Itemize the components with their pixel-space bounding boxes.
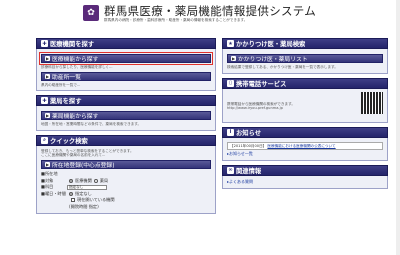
button-label: かかりつけ医・薬局リスト xyxy=(238,57,308,63)
radio-label: 指定なし xyxy=(75,190,92,196)
arrow-right-icon: ▶ xyxy=(45,113,50,119)
site-header: ✿ 群馬県医療・薬局機能情報提供システム 群馬県内の病院・診療所・歯科診療所・助… xyxy=(0,0,400,30)
link-label: お知らせ一覧 xyxy=(229,150,253,156)
medical-search-description: 診療科目から探したり、医療機能を詳しく... xyxy=(41,65,113,69)
midwife-list-button[interactable]: ▶ 助産所一覧 xyxy=(41,71,211,81)
section-heading-pharmacy: ✚ 薬局を探す xyxy=(36,95,216,107)
arrow-right-icon: ▶ xyxy=(45,73,50,79)
family-list-button[interactable]: ▶ かかりつけ医・薬局リスト xyxy=(227,54,383,63)
news-link[interactable]: 医療機能における医療機関の公表について xyxy=(267,144,335,148)
section-heading-label: 携帯電話サービス xyxy=(236,80,287,88)
section-heading-news: i お知らせ xyxy=(222,126,388,138)
section-heading-mobile: ▯ 携帯電話サービス xyxy=(222,77,388,89)
section-heading-related: ∞ 関連情報 xyxy=(222,164,388,176)
quick-search-body: 登録しておき、もっと簡単な検索をすることができます。 ここに医療機関や薬局の名前… xyxy=(36,145,216,214)
family-description: 検索結果で登録してある、かかりつけ医・薬局を一覧で表示します。 xyxy=(227,65,338,69)
related-section: ∞ 関連情報 ▸ よくある質問 xyxy=(222,164,388,189)
right-column: ★ かかりつけ医・薬局検索 ▶ かかりつけ医・薬局リスト 検索結果で登録してある… xyxy=(222,38,388,189)
radio-label: 薬局 xyxy=(99,177,109,183)
mobile-phone-icon: ▯ xyxy=(227,79,234,87)
mobile-section: ▯ 携帯電話サービス 携帯電話から医療機関の検索ができます。 http://ww… xyxy=(222,77,388,123)
subject-select[interactable]: 指定なし xyxy=(67,184,107,190)
checkbox-label: 現在開いている機関 xyxy=(77,197,115,203)
form-label: ■科目 xyxy=(41,184,54,190)
midwife-description: 県内の助産所を一覧で... xyxy=(41,82,81,87)
time-none-radio[interactable] xyxy=(69,191,73,196)
medical-section: ✚ 医療機関を探す ▶ 医療機能から探す 診療科目から探したり、医療機能を詳しく… xyxy=(36,38,216,92)
news-section: i お知らせ 【2011年00月00日】 医療機能における医療機関の公表について… xyxy=(222,126,388,161)
news-more-link[interactable]: ▸ お知らせ一覧 xyxy=(227,151,383,157)
faq-link[interactable]: ▸ よくある質問 xyxy=(227,179,383,185)
related-section-body: ▸ よくある質問 xyxy=(222,175,388,189)
form-label: ■所在地 xyxy=(41,171,58,177)
section-heading-label: 関連情報 xyxy=(236,167,262,175)
mobile-section-body: 携帯電話から医療機関の検索ができます。 http://www.iryou.pre… xyxy=(222,88,388,123)
open-now-checkbox[interactable] xyxy=(71,198,75,203)
button-label: 助産所一覧 xyxy=(52,74,81,81)
section-heading-family: ★ かかりつけ医・薬局検索 xyxy=(222,38,388,49)
news-section-body: 【2011年00月00日】 医療機能における医療機関の公表について ▸ お知らせ… xyxy=(222,137,388,161)
quick-search-section: ⌕ クイック検索 登録しておき、もっと簡単な検索をすることができます。 ここに医… xyxy=(36,134,216,214)
link-icon: ∞ xyxy=(227,166,234,174)
pharmacy-section: ✚ 薬局を探す ▶ 薬局機能から探す 地図・所在地・営業時間などの条件で、薬局を… xyxy=(36,95,216,131)
form-row-hours: (開院時間 指定) xyxy=(41,203,211,210)
mobile-url: http://www.iryou.pref.gunma.jp xyxy=(227,106,283,111)
pharmacy-section-body: ▶ 薬局機能から探す 地図・所在地・営業時間などの条件で、薬局を検索できます。 xyxy=(36,106,216,131)
section-heading-label: 医療機関を探す xyxy=(50,41,95,48)
site-title[interactable]: 群馬県医療・薬局機能情報提供システム xyxy=(104,3,316,19)
hours-label: (開院時間 指定) xyxy=(69,203,99,209)
left-column: ✚ 医療機関を探す ▶ 医療機能から探す 診療科目から探したり、医療機能を詳しく… xyxy=(36,38,216,214)
arrow-right-icon: ▶ xyxy=(45,161,50,167)
news-date: 【2011年00月00日】 xyxy=(230,143,267,148)
target-pharmacy-radio[interactable] xyxy=(93,178,98,183)
pharmacy-icon: ✚ xyxy=(41,97,48,105)
news-item[interactable]: 【2011年00月00日】 医療機能における医療機関の公表について xyxy=(227,141,383,150)
medical-function-search-button[interactable]: ▶ 医療機能から探す xyxy=(39,52,213,65)
form-label: ■曜日・時間 xyxy=(41,190,66,196)
target-medical-radio[interactable] xyxy=(69,178,73,183)
section-heading-label: かかりつけ医・薬局検索 xyxy=(236,41,306,48)
link-label: よくある質問 xyxy=(229,178,254,184)
button-label: 所在地登録(中心点登録) xyxy=(52,162,115,169)
section-heading-medical: ✚ 医療機関を探す xyxy=(36,38,216,49)
medical-section-body: ▶ 医療機能から探す 診療科目から探したり、医療機能を詳しく... ▶ 助産所一… xyxy=(36,49,216,92)
pharmacy-function-search-button[interactable]: ▶ 薬局機能から探す xyxy=(41,111,211,121)
section-heading-label: クイック検索 xyxy=(50,137,88,145)
search-icon: ⌕ xyxy=(41,136,48,144)
button-label: 薬局機能から探す xyxy=(52,114,99,121)
pharmacy-description: 地図・所在地・営業時間などの条件で、薬局を検索できます。 xyxy=(41,122,142,127)
family-section-body: ▶ かかりつけ医・薬局リスト 検索結果で登録してある、かかりつけ医・薬局を一覧で… xyxy=(222,49,388,74)
star-icon: ★ xyxy=(227,40,234,47)
section-heading-label: お知らせ xyxy=(236,129,262,137)
vertical-scrollbar[interactable] xyxy=(396,0,400,255)
hospital-icon: ✚ xyxy=(41,40,48,47)
location-register-button[interactable]: ▶ 所在地登録(中心点登録) xyxy=(41,159,211,169)
radio-label: 医療機関 xyxy=(75,177,92,183)
button-label: 医療機能から探す xyxy=(52,57,99,63)
section-heading-label: 薬局を探す xyxy=(50,98,82,106)
arrow-right-icon: ▶ xyxy=(45,56,50,61)
info-icon: i xyxy=(227,128,234,136)
quick-description-2: ここに医療機関や薬局の名前を入れて... xyxy=(41,153,106,158)
prefecture-logo-icon[interactable]: ✿ xyxy=(83,5,99,21)
form-label: ■対象 xyxy=(41,177,54,183)
family-doctor-section: ★ かかりつけ医・薬局検索 ▶ かかりつけ医・薬局リスト 検索結果で登録してある… xyxy=(222,38,388,74)
qr-code-icon xyxy=(361,91,383,114)
site-subtitle: 群馬県内の病院・診療所・歯科診療所・助産所・薬局の情報を検索することができます。 xyxy=(104,18,248,22)
section-heading-quick: ⌕ クイック検索 xyxy=(36,134,216,146)
arrow-right-icon: ▶ xyxy=(231,56,236,61)
